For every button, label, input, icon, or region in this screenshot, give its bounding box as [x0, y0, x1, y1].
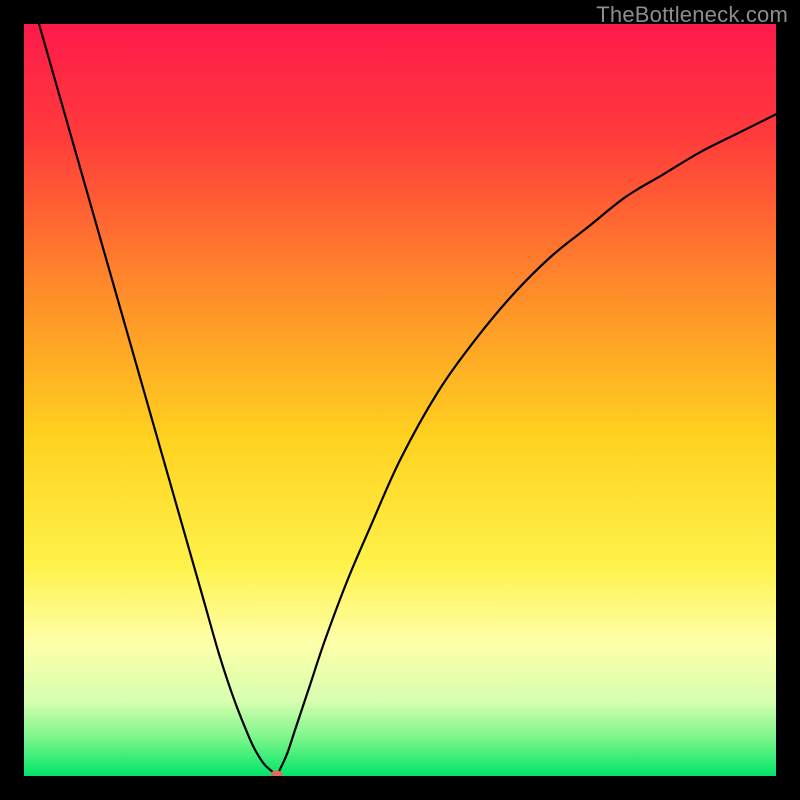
chart-svg: [24, 24, 776, 776]
chart-background: [24, 24, 776, 776]
chart-frame: [24, 24, 776, 776]
watermark-label: TheBottleneck.com: [596, 2, 788, 28]
